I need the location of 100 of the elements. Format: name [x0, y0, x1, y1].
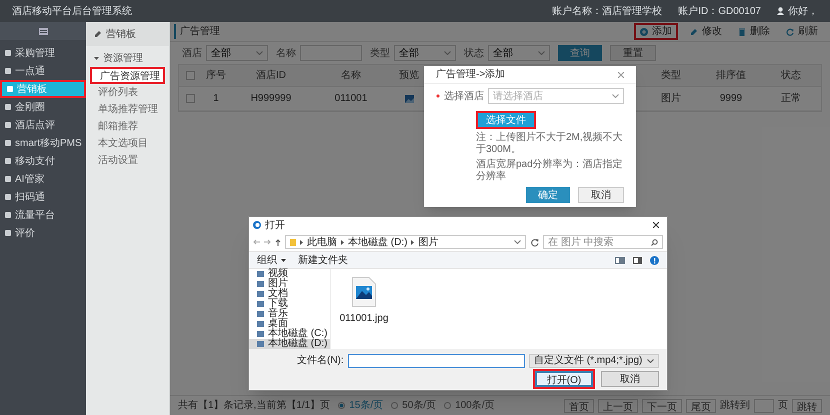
folder-item[interactable]: 图片: [249, 279, 330, 289]
square-icon: [5, 230, 11, 236]
file-item[interactable]: 011001.jpg: [339, 277, 389, 326]
page-button[interactable]: 上一页: [598, 398, 638, 412]
toolbar-button[interactable]: 组织: [257, 252, 286, 268]
caret-icon: [538, 51, 545, 55]
square-icon: [5, 50, 11, 56]
caret-icon: [647, 358, 654, 362]
search-icon: [651, 238, 658, 246]
folder-item[interactable]: 桌面: [249, 319, 330, 329]
folder-item[interactable]: 音乐: [249, 309, 330, 319]
folder-item[interactable]: 本地磁盘 (D:): [249, 339, 330, 349]
radio-icon: [338, 402, 346, 409]
column-header: 预览: [399, 69, 419, 83]
refresh-icon[interactable]: [530, 238, 539, 246]
open-button[interactable]: 打开(O): [535, 371, 593, 387]
filter-select[interactable]: 全部: [394, 45, 456, 61]
path-segment[interactable]: 此电脑: [307, 234, 337, 250]
back-arrow-icon[interactable]: [253, 239, 260, 245]
square-icon: [5, 212, 11, 218]
column-header: 状态: [780, 68, 802, 83]
folder-item[interactable]: 本地磁盘 (C:): [249, 329, 330, 339]
folder-item[interactable]: 文档: [249, 289, 330, 299]
page-size-option[interactable]: 50条/页: [391, 398, 436, 413]
pencil-icon: [94, 30, 102, 38]
page-title: 广告管理: [174, 24, 220, 39]
nav-item[interactable]: 移动支付: [0, 152, 86, 170]
nav-item[interactable]: AI管家: [0, 170, 86, 188]
toolbar-button[interactable]: 修改: [686, 23, 726, 40]
user-menu[interactable]: 你好，: [777, 4, 818, 18]
page-button[interactable]: 首页: [564, 398, 594, 412]
column-header: 序号: [205, 68, 227, 83]
toolbar-button[interactable]: 删除: [734, 23, 774, 40]
toolbar-button[interactable]: 添加: [634, 23, 678, 40]
trash-icon: [738, 28, 746, 36]
nav-item[interactable]: smart移动PMS: [0, 134, 86, 152]
path-segment[interactable]: 图片: [418, 234, 438, 250]
nav-item[interactable]: 采购管理: [0, 44, 86, 62]
user-icon: [777, 7, 784, 15]
checkbox[interactable]: [186, 71, 194, 80]
path-segment[interactable]: 本地磁盘 (D:): [348, 234, 408, 250]
tree-item[interactable]: 活动设置: [90, 152, 165, 169]
page-button[interactable]: 下一页: [642, 398, 682, 412]
nav-item[interactable]: 酒店点评: [0, 116, 86, 134]
account-name: 账户名称：酒店管理学校: [552, 4, 662, 18]
chevron-right-icon: [411, 240, 414, 244]
tree-group[interactable]: 资源管理: [86, 50, 169, 67]
nav-item[interactable]: 扫码通: [0, 188, 86, 206]
nav-item[interactable]: 评价: [0, 224, 86, 242]
window-title: 打开: [265, 218, 285, 232]
toolbar-button[interactable]: 刷新: [782, 23, 822, 40]
toolbar-button[interactable]: 新建文件夹: [298, 252, 348, 268]
close-icon: [618, 72, 624, 78]
confirm-button[interactable]: 确定: [526, 187, 570, 203]
filter-label: 状态: [464, 46, 484, 60]
column-header: 排序值: [715, 68, 747, 83]
tree-item[interactable]: 本文选项目: [90, 135, 165, 152]
menu-icon[interactable]: [38, 28, 48, 34]
chevron-right-icon: [300, 240, 303, 244]
forward-arrow-icon[interactable]: [264, 239, 271, 245]
radio-icon: [391, 402, 398, 409]
up-arrow-icon[interactable]: [275, 238, 281, 246]
page-input[interactable]: [754, 398, 774, 412]
address-bar[interactable]: 此电脑 本地磁盘 (D:) 图片: [285, 235, 526, 249]
checkbox[interactable]: [186, 94, 194, 103]
square-icon: [5, 68, 11, 74]
folder-item[interactable]: 视频: [249, 269, 330, 279]
file-type-select[interactable]: 自定义文件 (*.mp4;*.jpg): [529, 354, 659, 368]
tree-item[interactable]: 单场推荐管理: [90, 101, 165, 118]
table-cell-text: 1: [212, 92, 220, 106]
filter-label: 酒店: [182, 46, 202, 60]
field-label: 文件名(N):: [297, 354, 344, 368]
tree-item[interactable]: 评价列表: [90, 84, 165, 101]
search-field[interactable]: 在 图片 中搜索: [543, 235, 663, 249]
caret-icon: [514, 240, 521, 244]
page-size-option[interactable]: 100条/页: [444, 398, 495, 413]
filter-select[interactable]: 全部: [206, 45, 268, 61]
nav-item[interactable]: 一点通: [0, 62, 86, 80]
page-unit: 页: [778, 399, 788, 413]
folder-item[interactable]: 下载: [249, 299, 330, 309]
image-file-icon: [352, 277, 376, 307]
view-options-icon[interactable]: [615, 256, 625, 264]
page-button[interactable]: 尾页: [686, 398, 716, 412]
tree-item[interactable]: 邮箱推荐: [90, 118, 165, 135]
radio-icon: [444, 402, 452, 409]
filename-input[interactable]: [348, 354, 525, 368]
triangle-down-icon: [94, 56, 99, 61]
table-cell-text: 图片: [660, 92, 682, 106]
nav-item[interactable]: 流量平台: [0, 206, 86, 224]
reset-button[interactable]: 重置: [610, 45, 656, 61]
cancel-button[interactable]: 取消: [578, 187, 624, 203]
jump-button[interactable]: 跳转: [792, 398, 822, 412]
tree-item[interactable]: 广告资源管理: [90, 67, 165, 84]
filter-input[interactable]: [300, 45, 362, 61]
filter-select[interactable]: 全部: [488, 45, 550, 61]
nav-item[interactable]: 金刚圈: [0, 98, 86, 116]
preview-pane-icon[interactable]: [633, 256, 642, 264]
cancel-button[interactable]: 取消: [601, 371, 659, 387]
filter-label: 名称: [276, 46, 296, 60]
column-header: 酒店ID: [255, 68, 287, 83]
